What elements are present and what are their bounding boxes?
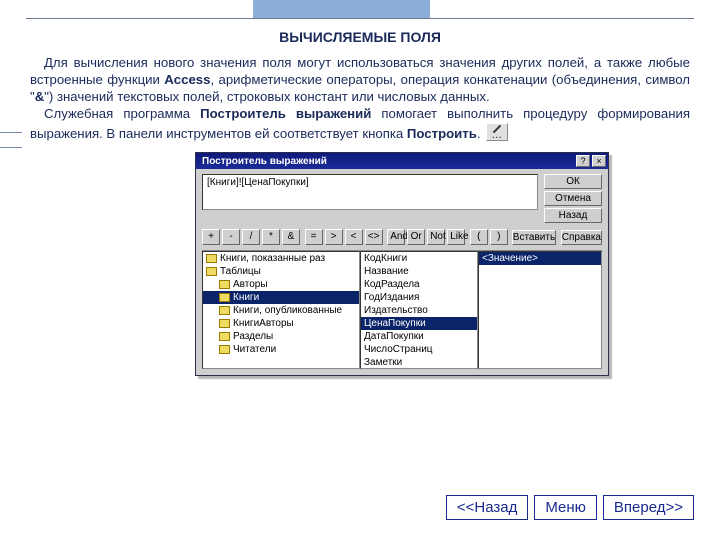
op-and[interactable]: And [387,229,405,245]
op-div[interactable]: / [242,229,260,245]
op-minus[interactable]: - [222,229,240,245]
body-text: Для вычисления нового значения поля могу… [30,55,690,142]
folder-icon [219,293,230,302]
tree-item[interactable]: Книги, опубликованные [203,304,359,317]
tree-item[interactable]: Книги, показанные раз [203,252,359,265]
back-button[interactable]: <<Назад [446,495,529,520]
operator-toolbar: + - / * & = > < <> And Or Not Like ( [202,229,602,245]
value-item[interactable]: <Значение> [479,252,601,265]
field-item[interactable]: КодРаздела [361,278,477,291]
op-gt[interactable]: > [325,229,343,245]
forward-button[interactable]: Вперед>> [603,495,694,520]
field-item[interactable]: ЦенаПокупки [361,317,477,330]
op-eq[interactable]: = [305,229,323,245]
field-item[interactable]: Издательство [361,304,477,317]
op-or[interactable]: Or [407,229,425,245]
value-pane[interactable]: <Значение> [478,251,602,369]
op-neq[interactable]: <> [365,229,383,245]
expression-builder-screenshot: Построитель выражений ? × [Книги]![ЦенаП… [195,152,609,376]
expression-input[interactable]: [Книги]![ЦенаПокупки] [202,174,538,210]
page-title: ВЫЧИСЛЯЕМЫЕ ПОЛЯ [30,29,690,45]
folder-icon [206,267,217,276]
tree-item-label: Книги, опубликованные [233,305,342,316]
tree-item-label: Разделы [233,331,273,342]
category-tree[interactable]: Книги, показанные раз Таблицы Авторы Книги К… [202,251,360,369]
op-amp[interactable]: & [282,229,300,245]
tree-item[interactable]: Авторы [203,278,359,291]
tree-item-label: Таблицы [220,266,261,277]
undo-button[interactable]: Назад [544,208,602,223]
tree-item-label: Авторы [233,279,268,290]
folder-icon [219,280,230,289]
folder-icon [219,332,230,341]
build-icon [486,123,508,141]
help-icon[interactable]: ? [576,155,590,167]
folder-icon [219,319,230,328]
dialog-title: Построитель выражений [202,156,574,167]
field-item[interactable]: КодКниги [361,252,477,265]
dialog-window: Построитель выражений ? × [Книги]![ЦенаП… [195,152,609,376]
tree-item[interactable]: Разделы [203,330,359,343]
op-not[interactable]: Not [427,229,445,245]
tree-item-label: Книги [233,292,259,303]
op-mul[interactable]: * [262,229,280,245]
tree-item-label: Книги, показанные раз [220,253,325,264]
close-icon[interactable]: × [592,155,606,167]
field-item[interactable]: Название [361,265,477,278]
dialog-titlebar: Построитель выражений ? × [196,153,608,169]
field-list[interactable]: КодКнигиНазваниеКодРазделаГодИзданияИзда… [360,251,478,369]
folder-icon [219,345,230,354]
op-plus[interactable]: + [202,229,220,245]
op-like[interactable]: Like [447,229,465,245]
tree-item[interactable]: Книги [203,291,359,304]
tree-item-label: Читатели [233,344,276,355]
op-lparen[interactable]: ( [470,229,488,245]
tree-item-label: КнигиАвторы [233,318,294,329]
decorative-left-lines [0,132,22,162]
field-item[interactable]: ГодИздания [361,291,477,304]
cancel-button[interactable]: Отмена [544,191,602,206]
field-item[interactable]: Заметки [361,356,477,369]
tree-item[interactable]: КнигиАвторы [203,317,359,330]
menu-button[interactable]: Меню [534,495,597,520]
field-item[interactable]: ДатаПокупки [361,330,477,343]
folder-icon [219,306,230,315]
decorative-top-bar [0,0,720,18]
insert-button[interactable]: Вставить [512,230,556,245]
tree-item[interactable]: Читатели [203,343,359,356]
op-rparen[interactable]: ) [490,229,508,245]
field-item[interactable]: ЧислоСтраниц [361,343,477,356]
ok-button[interactable]: ОК [544,174,602,189]
op-lt[interactable]: < [345,229,363,245]
footer-nav: <<Назад Меню Вперед>> [446,495,694,520]
divider [26,18,694,19]
tree-item[interactable]: Таблицы [203,265,359,278]
folder-icon [206,254,217,263]
help-button[interactable]: Справка [561,230,602,245]
